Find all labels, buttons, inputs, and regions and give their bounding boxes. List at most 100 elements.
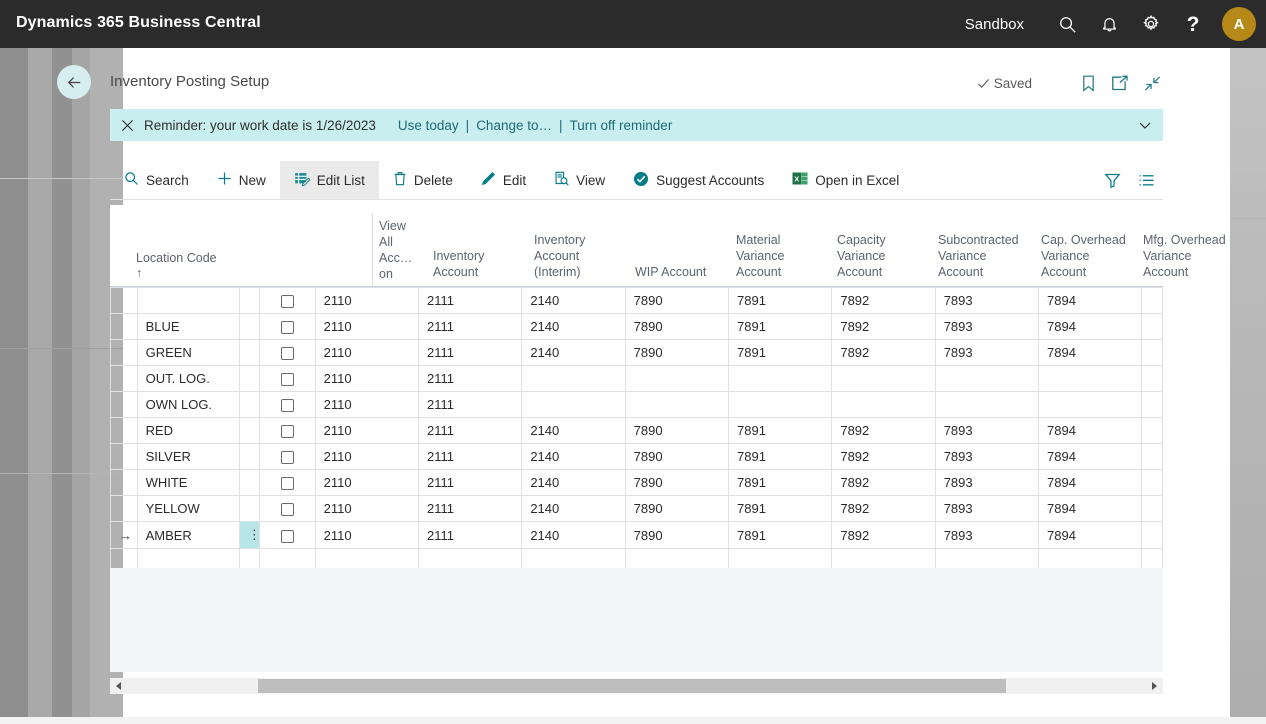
cell-mfg-overhead-variance-account[interactable]: 7894: [1038, 313, 1143, 340]
cell-subcontracted-variance-account[interactable]: [831, 365, 936, 392]
cell-cap-overhead-variance-account[interactable]: [934, 391, 1040, 418]
checkbox-view-all-accounts-on[interactable]: [281, 295, 294, 309]
cell-wip-account[interactable]: [521, 365, 626, 392]
cell-view-all-accounts-on[interactable]: [259, 313, 316, 340]
new-button[interactable]: New: [203, 161, 280, 199]
cell-location-code[interactable]: BLUE: [136, 313, 240, 340]
cell-material-variance-account[interactable]: 7890: [624, 443, 730, 470]
cell-material-variance-account[interactable]: 7890: [624, 339, 730, 366]
cell-view-all-accounts-on[interactable]: [259, 339, 316, 366]
cell-capacity-variance-account[interactable]: 7891: [727, 469, 833, 496]
cell-view-all-accounts-on[interactable]: [259, 391, 316, 418]
cell-mfg-overhead-variance-account[interactable]: 7894: [1038, 521, 1143, 549]
column-header-material-variance-account[interactable]: Material Variance Account: [736, 232, 834, 280]
cell-mfg-overhead-variance-account[interactable]: [1038, 391, 1143, 418]
cell-cap-overhead-variance-account[interactable]: 7893: [934, 313, 1040, 340]
cell-mfg-overhead-variance-account[interactable]: 7894: [1038, 339, 1143, 366]
horizontal-scrollbar[interactable]: [110, 678, 1163, 694]
chevron-down-icon[interactable]: [1137, 117, 1153, 136]
table-row[interactable]: → AMBER ⋮ 2110 2111 2140 7890 7891 7892 7893 7894: [110, 521, 1163, 549]
back-button[interactable]: [57, 65, 91, 99]
cell-material-variance-account[interactable]: [624, 391, 730, 418]
cell-inventory-account-interim[interactable]: 2111: [417, 495, 523, 522]
change-to-link[interactable]: Change to…: [476, 118, 552, 133]
cell-material-variance-account[interactable]: 7890: [624, 313, 730, 340]
cell-mfg-overhead-variance-account[interactable]: 7894: [1038, 495, 1143, 522]
cell-wip-account[interactable]: 2140: [521, 287, 626, 314]
open-in-excel-button[interactable]: X Open in Excel: [778, 161, 913, 199]
cell-subcontracted-variance-account[interactable]: 7892: [831, 469, 936, 496]
help-icon[interactable]: ?: [1172, 0, 1214, 48]
edit-list-button[interactable]: Edit List: [279, 161, 379, 199]
cell-wip-account[interactable]: 2140: [521, 521, 626, 549]
cell-inventory-account[interactable]: 2110: [314, 339, 419, 366]
table-row[interactable]: SILVER 2110 2111 2140 7890 7891 7892 7893 7894: [110, 443, 1163, 470]
cell-material-variance-account[interactable]: 7890: [624, 469, 730, 496]
checkbox-view-all-accounts-on[interactable]: [281, 373, 294, 387]
cell-subcontracted-variance-account[interactable]: 7892: [831, 287, 936, 314]
cell-material-variance-account[interactable]: 7890: [624, 417, 730, 444]
table-row[interactable]: OUT. LOG. 2110 2111: [110, 365, 1163, 392]
cell-subcontracted-variance-account[interactable]: 7892: [831, 495, 936, 522]
table-row[interactable]: 2110 2111 2140 7890 7891 7892 7893 7894: [110, 287, 1163, 314]
cell-cap-overhead-variance-account[interactable]: 7893: [934, 339, 1040, 366]
cell-location-code[interactable]: [136, 287, 240, 314]
cell-wip-account[interactable]: 2140: [521, 469, 626, 496]
cell-wip-account[interactable]: [521, 391, 626, 418]
cell-mfg-overhead-variance-account[interactable]: 7894: [1038, 469, 1143, 496]
scrollbar-thumb[interactable]: [258, 679, 1006, 693]
column-header-capacity-variance-account[interactable]: Capacity Variance Account: [837, 232, 935, 280]
avatar[interactable]: A: [1222, 7, 1256, 41]
cell-inventory-account[interactable]: 2110: [314, 287, 419, 314]
scrollbar-track[interactable]: [127, 678, 1146, 694]
checkbox-view-all-accounts-on[interactable]: [281, 399, 294, 413]
close-icon[interactable]: [110, 119, 144, 132]
cell-material-variance-account[interactable]: 7890: [624, 521, 730, 549]
checkbox-view-all-accounts-on[interactable]: [281, 529, 294, 543]
row-menu-button[interactable]: ⋮: [238, 521, 261, 549]
cell-wip-account[interactable]: 2140: [521, 339, 626, 366]
cell-inventory-account-interim[interactable]: 2111: [417, 391, 523, 418]
cell-location-code[interactable]: SILVER: [136, 443, 240, 470]
cell-view-all-accounts-on[interactable]: [259, 495, 316, 522]
cell-capacity-variance-account[interactable]: 7891: [727, 313, 833, 340]
use-today-link[interactable]: Use today: [398, 118, 459, 133]
cell-inventory-account-interim[interactable]: 2111: [417, 417, 523, 444]
column-header-inventory-account-interim[interactable]: Inventory Account (Interim): [534, 232, 632, 280]
column-header-subcontracted-variance-account[interactable]: Subcontracted Variance Account: [938, 232, 1040, 280]
cell-cap-overhead-variance-account[interactable]: 7893: [934, 287, 1040, 314]
table-row[interactable]: BLUE 2110 2111 2140 7890 7891 7892 7893 7894: [110, 313, 1163, 340]
cell-subcontracted-variance-account[interactable]: [831, 391, 936, 418]
collapse-icon[interactable]: [1136, 70, 1168, 96]
cell-inventory-account-interim[interactable]: 2111: [417, 287, 523, 314]
checkbox-view-all-accounts-on[interactable]: [281, 347, 294, 361]
cell-inventory-account-interim[interactable]: 2111: [417, 313, 523, 340]
cell-mfg-overhead-variance-account[interactable]: 7894: [1038, 287, 1143, 314]
cell-view-all-accounts-on[interactable]: [259, 469, 316, 496]
cell-view-all-accounts-on[interactable]: [259, 443, 316, 470]
column-header-wip-account[interactable]: WIP Account: [635, 264, 733, 280]
cell-inventory-account[interactable]: 2110: [314, 391, 419, 418]
cell-location-code[interactable]: WHITE: [136, 469, 240, 496]
column-header-view-all-accounts-on[interactable]: View All Acc… on: [379, 218, 425, 282]
bell-icon[interactable]: [1088, 0, 1130, 48]
table-row[interactable]: OWN LOG. 2110 2111: [110, 391, 1163, 418]
list-options-icon[interactable]: [1129, 161, 1163, 199]
cell-location-code[interactable]: GREEN: [136, 339, 240, 366]
edit-button[interactable]: Edit: [467, 161, 540, 199]
column-header-mfg-overhead-variance-account[interactable]: Mfg. Overhead Variance Account: [1143, 232, 1248, 280]
cell-cap-overhead-variance-account[interactable]: [934, 365, 1040, 392]
cell-view-all-accounts-on[interactable]: [259, 417, 316, 444]
table-row[interactable]: YELLOW 2110 2111 2140 7890 7891 7892 7893 7894: [110, 495, 1163, 522]
cell-subcontracted-variance-account[interactable]: 7892: [831, 443, 936, 470]
cell-cap-overhead-variance-account[interactable]: 7893: [934, 469, 1040, 496]
cell-location-code[interactable]: RED: [136, 417, 240, 444]
turn-off-reminder-link[interactable]: Turn off reminder: [570, 118, 673, 133]
cell-location-code[interactable]: YELLOW: [136, 495, 240, 522]
table-row[interactable]: GREEN 2110 2111 2140 7890 7891 7892 7893 7894: [110, 339, 1163, 366]
cell-view-all-accounts-on[interactable]: [259, 365, 316, 392]
bookmark-icon[interactable]: [1072, 70, 1104, 96]
cell-subcontracted-variance-account[interactable]: 7892: [831, 339, 936, 366]
cell-mfg-overhead-variance-account[interactable]: [1038, 365, 1143, 392]
checkbox-view-all-accounts-on[interactable]: [281, 451, 294, 465]
